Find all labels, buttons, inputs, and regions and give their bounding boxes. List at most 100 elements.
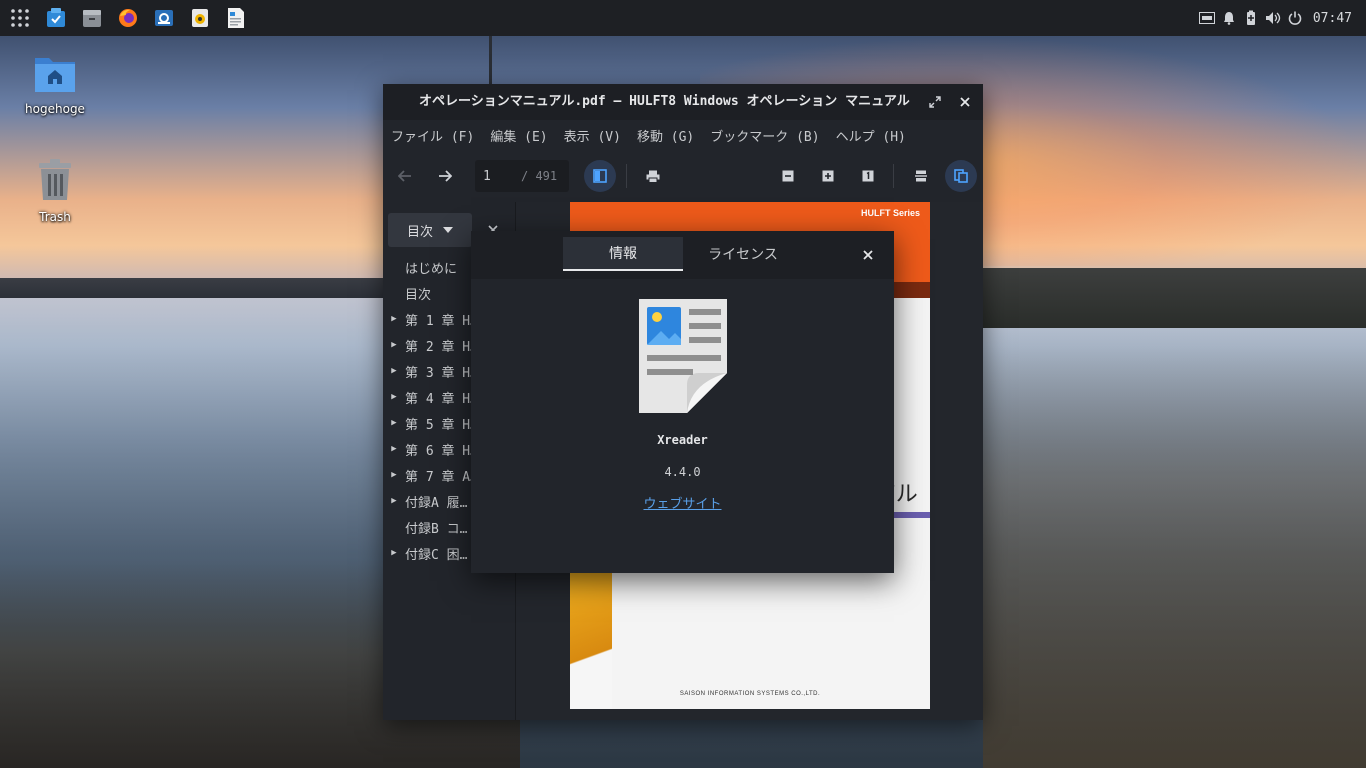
dual-page-button[interactable] [945,160,977,192]
pdf-brand: HULFT Series [860,208,920,218]
zoom-in-icon [822,170,834,182]
page-number-input[interactable] [475,167,521,185]
power-icon[interactable] [1287,10,1303,26]
toc-item-label: 第 2 章 H… [405,339,478,355]
sidebar-mode-dropdown[interactable]: 目次 [388,213,472,247]
tab-license[interactable]: ライセンス [683,237,803,271]
pdf-gold-graphic [570,572,612,709]
continuous-icon [915,170,927,182]
tab-info[interactable]: 情報 [563,237,683,271]
toc-item-label: 付録A 履… [405,495,468,511]
about-dialog: 情報 ライセンス Xreader 4.4.0 ウェブサイト [471,231,894,573]
menu-view[interactable]: 表示 (V) [564,126,621,145]
sidebar-mode-label: 目次 [406,224,433,240]
continuous-scroll-button[interactable] [905,160,937,192]
menu-file[interactable]: ファイル (F) [391,126,474,145]
back-button[interactable] [389,160,421,192]
forward-button[interactable] [429,160,461,192]
expander-icon[interactable]: ▶ [383,392,405,402]
toc-item-label: 第 7 章 A… [405,469,478,485]
toc-item-label: 第 6 章 H… [405,443,478,459]
desktop-icon-hogehoge[interactable]: hogehoge [10,52,100,116]
system-settings-icon[interactable] [152,6,176,30]
dual-page-icon [954,169,968,183]
about-dialog-body: Xreader 4.4.0 ウェブサイト [471,279,894,573]
toolbar: / 491 [383,150,983,203]
trash-icon [39,159,71,200]
print-button[interactable] [637,160,669,192]
arrow-right-icon [439,170,452,182]
clock[interactable]: 07:47 [1313,11,1352,26]
sidebar-toggle-button[interactable] [584,160,616,192]
toc-item-label: 付録B コ… [405,521,468,537]
zoom-reset-button[interactable] [852,160,884,192]
zoom-out-icon [782,170,794,182]
wallpaper-reeds-right [983,330,1366,768]
app-menu-icon[interactable] [8,6,32,30]
page-selector: / 491 [475,160,569,192]
expander-icon[interactable]: ▶ [383,548,405,558]
expander-icon[interactable]: ▶ [383,418,405,428]
home-folder-icon [35,58,75,92]
pdf-footer: SAISON INFORMATION SYSTEMS CO.,LTD. [679,691,821,697]
website-link[interactable]: ウェブサイト [471,493,894,512]
top-panel: 07:47 [0,0,1366,36]
toolbar-separator [626,164,627,188]
toc-item-label: 目次 [405,287,432,303]
keyboard-icon[interactable] [1198,10,1215,26]
expander-icon[interactable]: ▶ [383,314,405,324]
restore-button[interactable] [925,92,945,112]
file-manager-icon[interactable] [80,6,104,30]
toc-item-label: 第 1 章 H… [405,313,478,329]
about-dialog-header[interactable]: 情報 ライセンス [471,231,894,279]
wallpaper-shore-right [983,268,1366,328]
menu-edit[interactable]: 編集 (E) [490,126,547,145]
menu-bar: ファイル (F) 編集 (E) 表示 (V) 移動 (G) ブックマーク (B)… [383,120,983,150]
wallpaper-mast [489,36,492,84]
xreader-logo-icon [639,299,727,413]
expander-icon[interactable]: ▶ [383,366,405,376]
sidebar-icon [593,169,607,183]
app-version: 4.4.0 [664,465,701,479]
toc-item-label: はじめに [405,261,458,277]
desktop-icon-label: Trash [39,210,71,224]
document-viewer-icon[interactable] [224,6,248,30]
desktop-icon-label: hogehoge [25,102,85,116]
volume-icon[interactable] [1265,10,1281,26]
zoom-out-button[interactable] [772,160,804,192]
desktop-icon-trash[interactable]: Trash [10,158,100,224]
menu-go[interactable]: 移動 (G) [637,126,694,145]
toolbar-separator [893,164,894,188]
rhythmbox-icon[interactable] [188,6,212,30]
print-icon [646,170,660,183]
toc-item-label: 第 5 章 H… [405,417,478,433]
chevron-down-icon [443,227,453,233]
original-size-icon [862,170,874,182]
expander-icon[interactable]: ▶ [383,340,405,350]
menu-help[interactable]: ヘルプ (H) [836,126,906,145]
notification-bell-icon[interactable] [1221,10,1237,26]
page-total: / 491 [521,169,558,183]
window-titlebar[interactable]: オペレーションマニュアル.pdf — HULFT8 Windows オペレーショ… [383,84,983,120]
battery-icon[interactable] [1243,10,1259,26]
toc-item-label: 第 3 章 H… [405,365,478,381]
menu-bookmarks[interactable]: ブックマーク (B) [710,126,819,145]
toc-item-label: 付録C 困… [405,547,468,563]
restore-icon [929,96,941,108]
app-name: Xreader [657,433,708,447]
system-tray: 07:47 [1198,0,1352,36]
toc-item-label: 第 4 章 H… [405,391,478,407]
arrow-left-icon [398,170,411,182]
expander-icon[interactable]: ▶ [383,496,405,506]
window-title: オペレーションマニュアル.pdf — HULFT8 Windows オペレーショ… [419,94,915,109]
firefox-icon[interactable] [116,6,140,30]
close-window-button[interactable] [955,92,975,112]
software-icon[interactable] [44,6,68,30]
about-close-button[interactable] [858,245,878,265]
zoom-in-button[interactable] [812,160,844,192]
close-icon [863,250,873,260]
expander-icon[interactable]: ▶ [383,444,405,454]
close-icon [960,97,970,107]
panel-launchers [0,0,248,36]
expander-icon[interactable]: ▶ [383,470,405,480]
